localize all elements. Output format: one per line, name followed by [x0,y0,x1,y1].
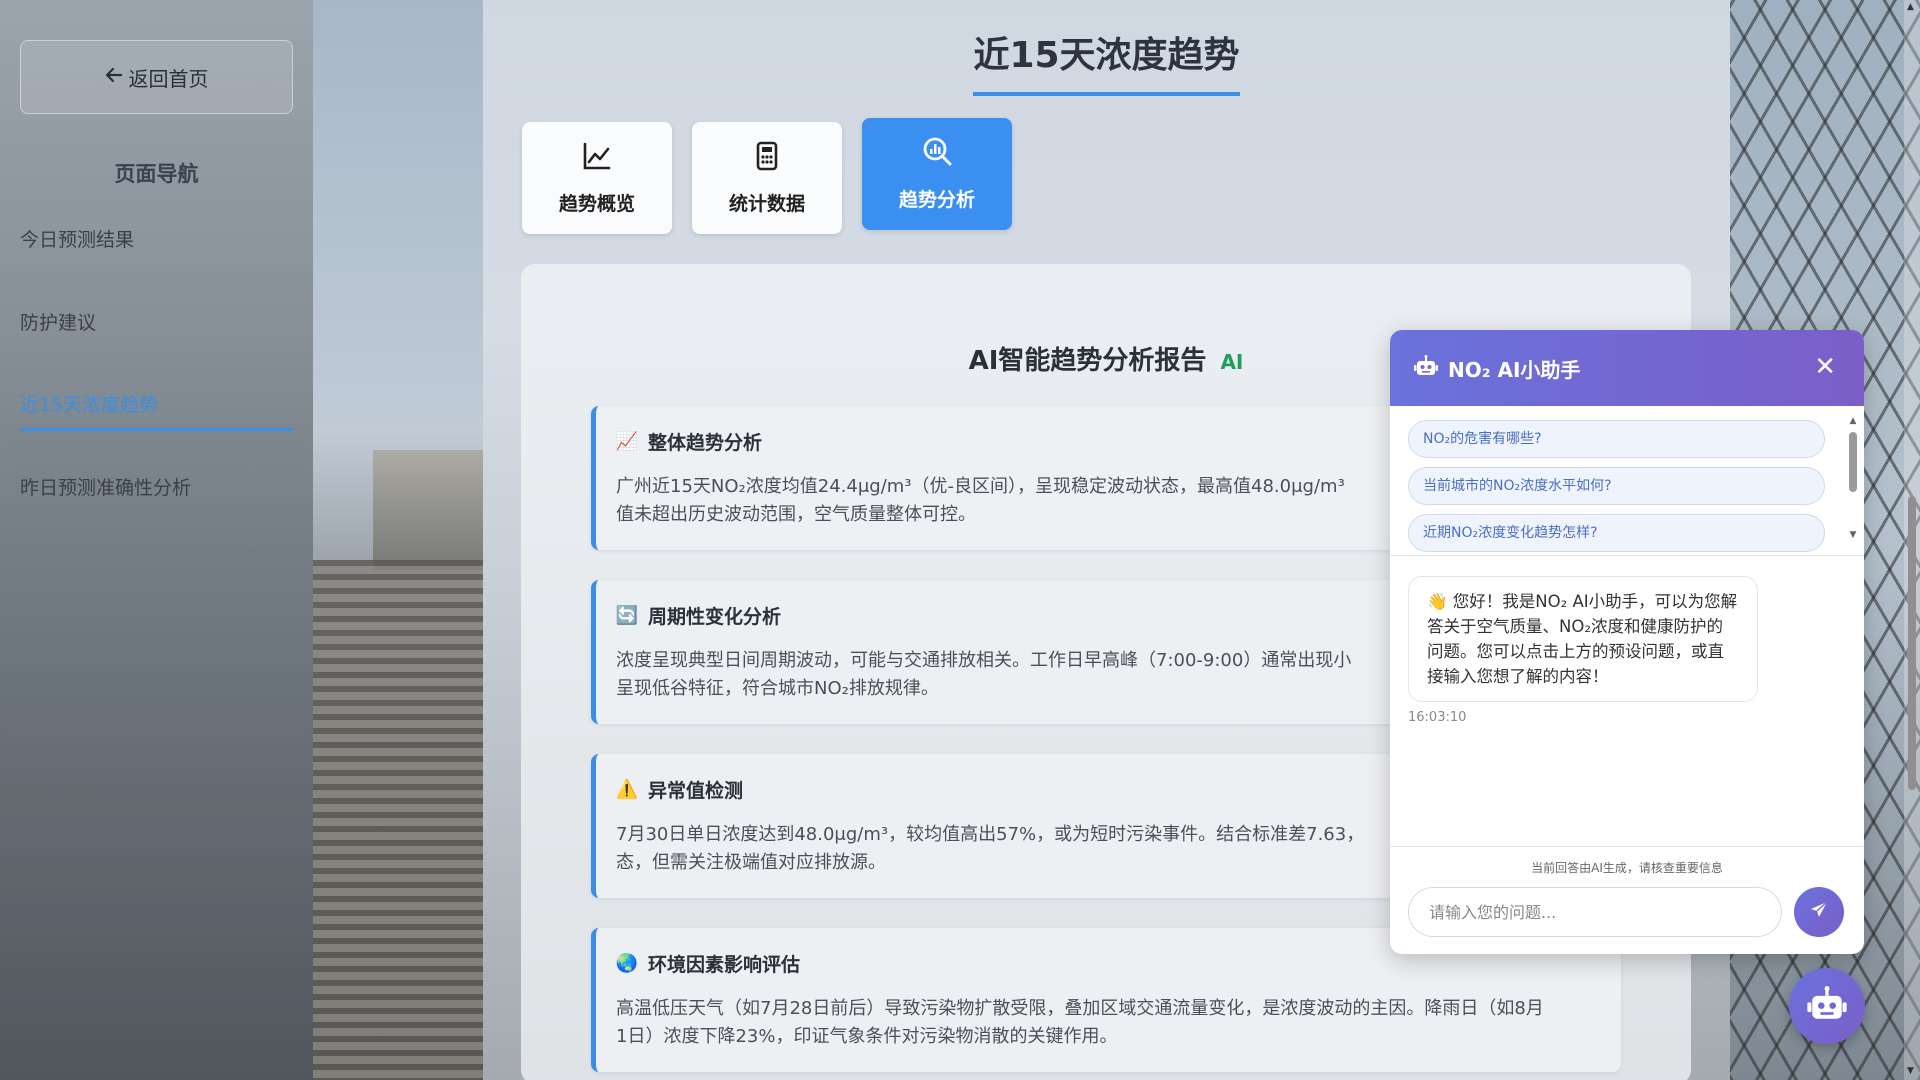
tab-trend-analysis[interactable]: 趋势分析 [862,118,1012,230]
back-home-button[interactable]: 返回首页 [20,40,293,114]
card-title: 整体趋势分析 [648,432,763,454]
sidebar-item-today-prediction[interactable]: 今日预测结果 [20,220,293,260]
close-icon[interactable]: ✕ [1814,352,1836,382]
tab-trend-overview[interactable]: 趋势概览 [522,122,672,234]
card-text-line: 1日）浓度下降23%，印证气象条件对污染物消散的关键作用。 [616,1026,1118,1047]
background-railing [313,560,483,1080]
tab-statistics[interactable]: 统计数据 [692,122,842,234]
message-timestamp: 16:03:10 [1408,710,1467,725]
card-title: 周期性变化分析 [648,606,782,628]
ai-badge: AI [1220,350,1244,374]
scrollbar-thumb[interactable] [1849,432,1857,492]
scroll-down-icon[interactable]: ▼ [1907,1066,1914,1076]
robot-icon [1807,986,1847,1026]
sidebar: 返回首页 页面导航 今日预测结果 防护建议 近15天浓度趋势 昨日预测准确性分析 [0,0,313,1080]
report-title-text: AI智能趋势分析报告 [968,346,1207,376]
chat-footer: 当前回答由AI生成，请核查重要信息 [1390,846,1864,952]
page-scrollbar[interactable]: ▲ ▼ [1904,0,1920,1080]
background-scenery-left [313,0,483,1080]
send-icon [1809,900,1829,924]
scroll-up-icon[interactable]: ▲ [1848,416,1858,426]
chat-input[interactable] [1408,887,1782,937]
nav-title: 页面导航 [114,162,199,186]
chat-messages: 👋 您好！我是NO₂ AI小助手，可以为您解答关于空气质量、NO₂浓度和健康防护… [1390,556,1864,846]
quick-question-button[interactable]: 当前城市的NO₂浓度水平如何? [1408,467,1825,505]
chat-header: NO₂ AI小助手 ✕ [1390,330,1864,406]
ai-chat-panel: NO₂ AI小助手 ✕ NO₂的危害有哪些? 当前城市的NO₂浓度水平如何? 近… [1390,330,1864,954]
robot-icon [1414,354,1438,382]
page-title: 近15天浓度趋势 [483,26,1730,96]
quick-questions: NO₂的危害有哪些? 当前城市的NO₂浓度水平如何? 近期NO₂浓度变化趋势怎样… [1390,406,1864,556]
globe-icon: 🌏 [615,953,639,974]
cycle-icon: 🔄 [615,605,639,626]
assistant-message: 👋 您好！我是NO₂ AI小助手，可以为您解答关于空气质量、NO₂浓度和健康防护… [1408,576,1758,702]
arrow-left-icon [105,65,123,89]
sidebar-item-15day-trend[interactable]: 近15天浓度趋势 [20,385,293,431]
tab-label: 趋势概览 [558,193,635,215]
send-button[interactable] [1794,887,1844,937]
search-chart-icon [921,136,953,173]
quick-question-button[interactable]: 近期NO₂浓度变化趋势怎样? [1408,514,1825,552]
sidebar-item-protection-advice[interactable]: 防护建议 [20,303,293,343]
warning-icon: ⚠️ [615,779,639,800]
tab-label: 趋势分析 [898,189,975,211]
tab-label: 统计数据 [728,193,805,215]
scroll-up-icon[interactable]: ▲ [1907,2,1914,12]
calculator-icon [751,140,783,177]
quick-questions-scrollbar[interactable]: ▲ ▼ [1848,416,1858,546]
card-text-line: 高温低压天气（如7月28日前后）导致污染物扩散受限，叠加区域交通流量变化，是浓度… [616,998,1544,1019]
chat-title: NO₂ AI小助手 [1448,357,1581,382]
card-body: 高温低压天气（如7月28日前后）导致污染物扩散受限，叠加区域交通流量变化，是浓度… [616,995,1601,1051]
chat-toggle-button[interactable] [1789,968,1865,1044]
ai-disclaimer: 当前回答由AI生成，请核查重要信息 [1531,861,1723,875]
background-building [373,450,483,570]
trend-chart-icon: 📈 [615,431,639,452]
page-scrollbar-thumb[interactable] [1908,496,1916,790]
sidebar-item-yesterday-accuracy[interactable]: 昨日预测准确性分析 [20,468,293,508]
card-title: 异常值检测 [648,780,744,802]
quick-question-button[interactable]: NO₂的危害有哪些? [1408,420,1825,458]
scroll-down-icon[interactable]: ▼ [1848,530,1858,540]
card-title: 环境因素影响评估 [648,954,801,976]
back-home-label: 返回首页 [128,66,209,91]
card-header: 🌏 环境因素影响评估 [616,950,1601,977]
line-chart-icon [581,140,613,177]
page-title-text: 近15天浓度趋势 [973,26,1240,96]
